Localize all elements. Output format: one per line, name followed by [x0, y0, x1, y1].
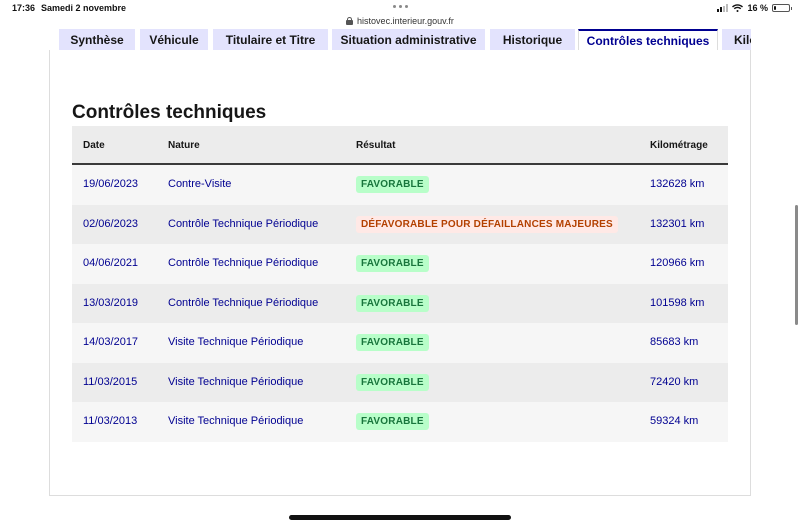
tab-bar: Synthèse Véhicule Titulaire et Titre Sit…: [0, 29, 800, 51]
lock-icon: [346, 17, 354, 25]
result-badge: FAVORABLE: [356, 373, 429, 391]
table-row: 02/06/2023 Contrôle Technique Périodique D…: [72, 204, 728, 244]
cell-nature: Visite Technique Périodique: [168, 375, 304, 388]
cell-date: 13/03/2019: [83, 296, 139, 309]
status-indicators: 16 %: [717, 3, 792, 13]
table-row: 19/06/2023 Contre-Visite FAVORABLE 132628 k…: [72, 165, 728, 205]
result-badge: DÉFAVORABLE POUR DÉFAILLANCES MAJEURES: [356, 215, 618, 233]
tab-situation-administrative[interactable]: Situation administrative: [332, 29, 485, 51]
cell-mileage: 132301 km: [650, 217, 705, 230]
cell-nature: Contrôle Technique Périodique: [168, 257, 319, 269]
tab-controles-techniques[interactable]: Contrôles techniques: [578, 29, 718, 51]
multitasking-dots-icon[interactable]: [393, 5, 409, 9]
cell-mileage: 85683 km: [650, 336, 699, 348]
tab-historique[interactable]: Historique: [490, 29, 575, 51]
table-row: 14/03/2017 Visite Technique Périodique FAV…: [72, 323, 728, 363]
header-nature: Nature: [168, 140, 200, 151]
tab-vehicule[interactable]: Véhicule: [140, 29, 208, 51]
cell-mileage: 72420 km: [650, 375, 699, 388]
cellular-signal-icon: [717, 4, 729, 12]
cell-nature: Contre-Visite: [168, 178, 232, 190]
header-mileage: Kilométrage: [650, 140, 708, 151]
address-bar[interactable]: histovec.interieur.gouv.fr: [0, 13, 800, 29]
cell-date: 02/06/2023: [83, 217, 139, 230]
cell-nature: Contrôle Technique Périodique: [168, 296, 319, 309]
battery-icon: [772, 4, 792, 12]
cell-nature: Visite Technique Périodique: [168, 336, 304, 348]
cell-date: 11/03/2013: [83, 415, 138, 427]
cell-nature: Contrôle Technique Périodique: [168, 217, 319, 230]
table-row: 04/06/2021 Contrôle Technique Périodique F…: [72, 244, 728, 284]
header-result: Résultat: [356, 140, 396, 151]
status-time: 17:36: [12, 3, 36, 13]
status-date: Samedi 2 novembre: [41, 3, 127, 13]
cell-mileage: 59324 km: [650, 415, 699, 427]
result-badge: FAVORABLE: [356, 176, 429, 193]
table-header: Date Nature Résultat Kilométrage: [72, 126, 728, 165]
tab-synthese[interactable]: Synthèse: [59, 29, 135, 51]
cell-mileage: 132628 km: [650, 178, 705, 190]
result-badge: FAVORABLE: [356, 334, 429, 351]
result-badge: FAVORABLE: [356, 255, 429, 272]
wifi-icon: [732, 4, 744, 12]
section-title: Contrôles techniques: [72, 102, 267, 123]
cell-nature: Visite Technique Périodique: [168, 415, 304, 427]
scrollbar[interactable]: [795, 205, 798, 325]
cell-mileage: 101598 km: [650, 296, 705, 309]
cell-mileage: 120966 km: [650, 257, 705, 269]
result-badge: FAVORABLE: [356, 294, 429, 312]
cell-date: 04/06/2021: [83, 257, 139, 269]
cell-date: 11/03/2015: [83, 375, 138, 388]
cell-date: 19/06/2023: [83, 178, 139, 190]
tab-kilometrage[interactable]: Kilo: [722, 29, 751, 51]
tab-titulaire-et-titre[interactable]: Titulaire et Titre: [213, 29, 328, 51]
table-row: 11/03/2013 Visite Technique Périodique FAV…: [72, 402, 728, 442]
url-domain: histovec.interieur.gouv.fr: [357, 16, 454, 26]
table-body: 19/06/2023 Contre-Visite FAVORABLE 132628 k…: [72, 165, 728, 442]
cell-date: 14/03/2017: [83, 336, 139, 348]
home-indicator[interactable]: [289, 515, 511, 520]
table-row: 11/03/2015 Visite Technique Périodique FAV…: [72, 362, 728, 402]
table-row: 13/03/2019 Contrôle Technique Périodique F…: [72, 283, 728, 323]
header-date: Date: [83, 140, 105, 151]
result-badge: FAVORABLE: [356, 413, 429, 430]
battery-percent: 16 %: [747, 3, 768, 13]
technical-inspections-table: Date Nature Résultat Kilométrage 19/06/2…: [72, 126, 728, 442]
